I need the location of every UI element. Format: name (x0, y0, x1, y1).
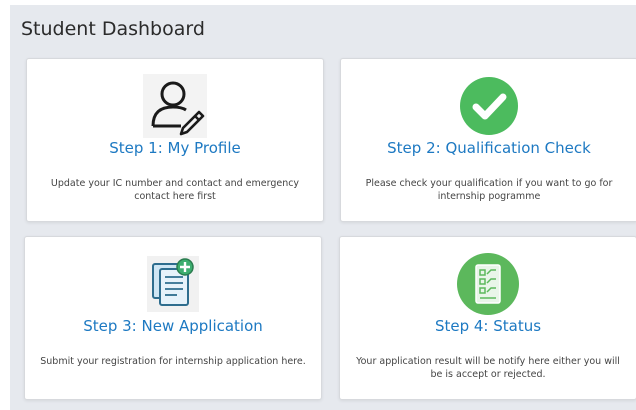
check-circle-icon (457, 74, 521, 138)
step-4-card[interactable]: Step 4: Status Your application result w… (339, 236, 636, 400)
new-document-icon (141, 252, 205, 316)
user-edit-icon (143, 74, 207, 138)
dashboard-frame: Student Dashboard Step 1: My Profile Upd… (10, 5, 636, 410)
step-3-title[interactable]: Step 3: New Application (25, 317, 321, 335)
step-2-card[interactable]: Step 2: Qualification Check Please check… (340, 58, 636, 222)
checklist-icon (456, 252, 520, 316)
step-2-title[interactable]: Step 2: Qualification Check (341, 139, 636, 157)
step-3-description: Submit your registration for internship … (40, 356, 306, 367)
step-1-card[interactable]: Step 1: My Profile Update your IC number… (26, 58, 324, 222)
step-3-card[interactable]: Step 3: New Application Submit your regi… (24, 236, 322, 400)
step-1-title[interactable]: Step 1: My Profile (27, 139, 323, 157)
step-4-title[interactable]: Step 4: Status (340, 317, 636, 335)
step-4-description: Your application result will be notify h… (356, 356, 620, 380)
step-2-description: Please check your qualification if you w… (365, 178, 613, 202)
step-1-description: Update your IC number and contact and em… (50, 178, 300, 202)
page-title: Student Dashboard (21, 18, 205, 40)
